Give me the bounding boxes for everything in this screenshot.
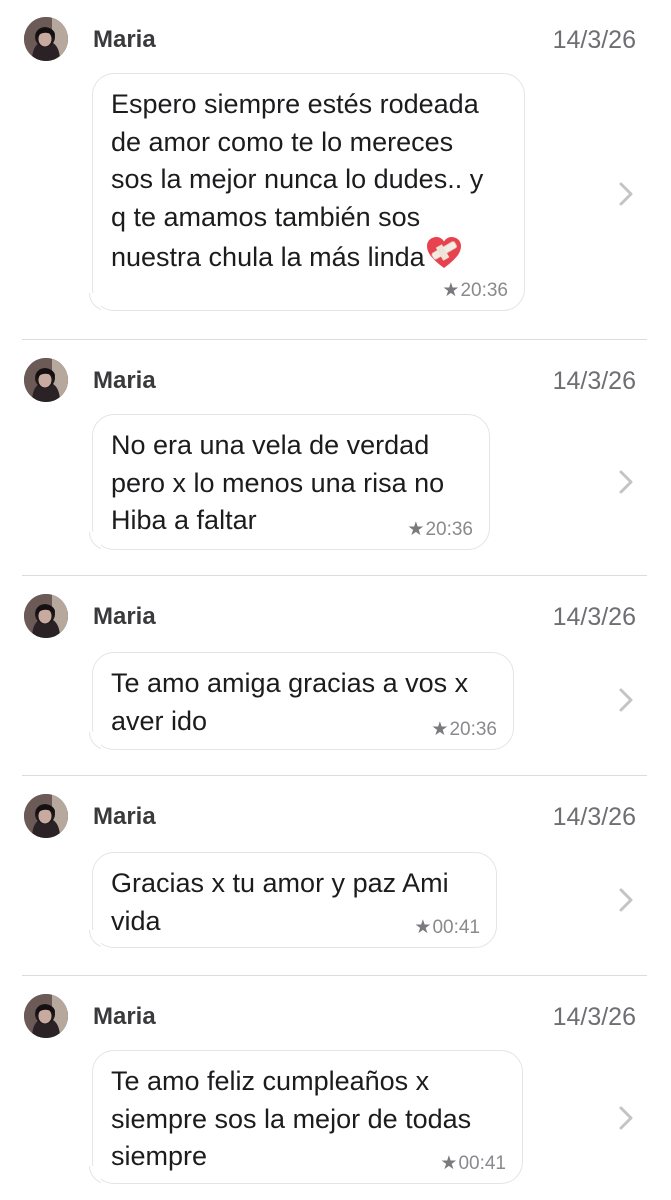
message-bubble[interactable]: No era una vela de verdad pero x lo meno…	[89, 414, 490, 550]
message-date: 14/3/26	[552, 803, 636, 831]
star-icon: ★	[414, 917, 432, 938]
sender-name: Maria	[93, 803, 156, 830]
sender-name: Maria	[93, 367, 156, 394]
message-bubble[interactable]: Te amo feliz cumpleaños x siempre sos la…	[89, 1050, 523, 1184]
message-timestamp: ★20:36	[442, 280, 508, 302]
sender-name: Maria	[93, 1003, 156, 1030]
message-bubble[interactable]: Gracias x tu amor y paz Ami vida ★00:41	[89, 852, 497, 948]
list-item[interactable]: Maria 14/3/26 No era una vela de verdad …	[0, 340, 671, 576]
avatar[interactable]	[24, 358, 68, 402]
avatar-image	[24, 594, 68, 638]
message-timestamp: ★20:36	[431, 719, 497, 741]
star-icon: ★	[431, 719, 449, 740]
avatar[interactable]	[24, 994, 68, 1038]
sender-name: Maria	[93, 26, 156, 53]
list-item[interactable]: Maria 14/3/26 Espero siempre estés rodea…	[0, 0, 671, 340]
message-timestamp: ★00:41	[440, 1153, 506, 1175]
time-text: 20:36	[460, 280, 508, 301]
list-item[interactable]: Maria 14/3/26 Te amo amiga gracias a vos…	[0, 576, 671, 776]
bubble-tail	[83, 1166, 101, 1184]
avatar-image	[24, 358, 68, 402]
message-date: 14/3/26	[552, 1003, 636, 1031]
time-text: 20:36	[425, 519, 473, 540]
time-text: 00:41	[458, 1153, 506, 1174]
bubble-tail	[83, 293, 101, 311]
message-timestamp: ★00:41	[414, 917, 480, 939]
star-icon: ★	[440, 1153, 458, 1174]
list-item[interactable]: Maria 14/3/26 Gracias x tu amor y paz Am…	[0, 776, 671, 976]
message-bubble[interactable]: Espero siempre estés rodeada de amor com…	[89, 73, 525, 311]
bubble-tail	[83, 532, 101, 550]
message-date: 14/3/26	[552, 367, 636, 395]
chevron-right-icon[interactable]	[617, 468, 635, 496]
message-bubble[interactable]: Te amo amiga gracias a vos x aver ido ★2…	[89, 652, 514, 750]
bubble-tail	[83, 732, 101, 750]
time-text: 20:36	[449, 719, 497, 740]
star-icon: ★	[407, 519, 425, 540]
avatar[interactable]	[24, 794, 68, 838]
chevron-right-icon[interactable]	[617, 180, 635, 208]
chevron-right-icon[interactable]	[617, 1104, 635, 1132]
message-date: 14/3/26	[552, 26, 636, 54]
star-icon: ★	[442, 280, 460, 301]
message-date: 14/3/26	[552, 603, 636, 631]
message-timestamp: ★20:36	[407, 519, 473, 541]
bubble-tail	[83, 930, 101, 948]
chevron-right-icon[interactable]	[617, 886, 635, 914]
avatar[interactable]	[24, 594, 68, 638]
avatar-image	[24, 17, 68, 61]
avatar-image	[24, 794, 68, 838]
time-text: 00:41	[432, 917, 480, 938]
list-item[interactable]: Maria 14/3/26 Te amo feliz cumpleaños x …	[0, 976, 671, 1200]
sender-name: Maria	[93, 603, 156, 630]
avatar[interactable]	[24, 17, 68, 61]
mending-heart-icon	[426, 237, 461, 268]
avatar-image	[24, 994, 68, 1038]
chevron-right-icon[interactable]	[617, 686, 635, 714]
